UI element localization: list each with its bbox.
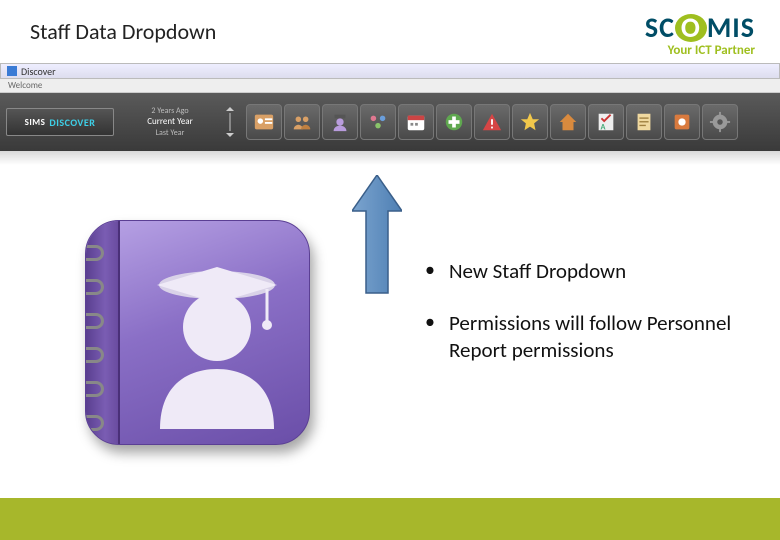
app-toolbar: SIMS DISCOVER 2 Years Ago Current Year L… — [0, 93, 780, 151]
toolbar-buttons: A — [246, 104, 738, 140]
year-current: Current Year — [120, 116, 220, 128]
bullet-list: New Staff Dropdown Permissions will foll… — [425, 258, 780, 389]
group-icon[interactable] — [284, 104, 320, 140]
year-slider-icon[interactable] — [226, 107, 234, 137]
year-prev: 2 Years Ago — [120, 106, 220, 116]
toolbar-shadow — [0, 151, 780, 165]
scomis-logo: SCOMIS Your ICT Partner — [645, 10, 755, 58]
staff-large-icon — [85, 220, 310, 445]
home-icon[interactable] — [550, 104, 586, 140]
year-last: Last Year — [120, 128, 220, 138]
window-title: Discover — [21, 65, 56, 78]
sen-icon[interactable] — [360, 104, 396, 140]
calendar-icon[interactable] — [398, 104, 434, 140]
student-card-icon[interactable] — [246, 104, 282, 140]
bullet-item: New Staff Dropdown — [425, 258, 780, 284]
page-title: Staff Data Dropdown — [30, 10, 216, 45]
welcome-tab[interactable]: Welcome — [0, 79, 780, 93]
app-window-titlebar: Discover — [0, 63, 780, 79]
gear-icon[interactable] — [702, 104, 738, 140]
star-icon[interactable] — [512, 104, 548, 140]
brand-box: SIMS DISCOVER — [6, 108, 114, 136]
logo-text: SCOMIS — [645, 10, 755, 45]
alert-icon[interactable] — [474, 104, 510, 140]
document-icon[interactable] — [626, 104, 662, 140]
slide-footer-bar — [0, 498, 780, 540]
staff-icon[interactable] — [322, 104, 358, 140]
logo-tagline: Your ICT Partner — [645, 43, 755, 58]
slide-header: Staff Data Dropdown SCOMIS Your ICT Part… — [0, 0, 780, 63]
add-icon[interactable] — [436, 104, 472, 140]
graduate-person-icon — [142, 249, 292, 429]
pointing-arrow-icon — [352, 175, 402, 295]
brand-discover: DISCOVER — [49, 116, 95, 129]
settings-icon[interactable] — [664, 104, 700, 140]
bullet-item: Permissions will follow Personnel Report… — [425, 310, 780, 363]
svg-text:A: A — [601, 122, 606, 132]
brand-sims: SIMS — [25, 117, 46, 128]
year-selector[interactable]: 2 Years Ago Current Year Last Year — [120, 106, 220, 138]
app-icon — [7, 66, 17, 76]
assessment-icon[interactable]: A — [588, 104, 624, 140]
